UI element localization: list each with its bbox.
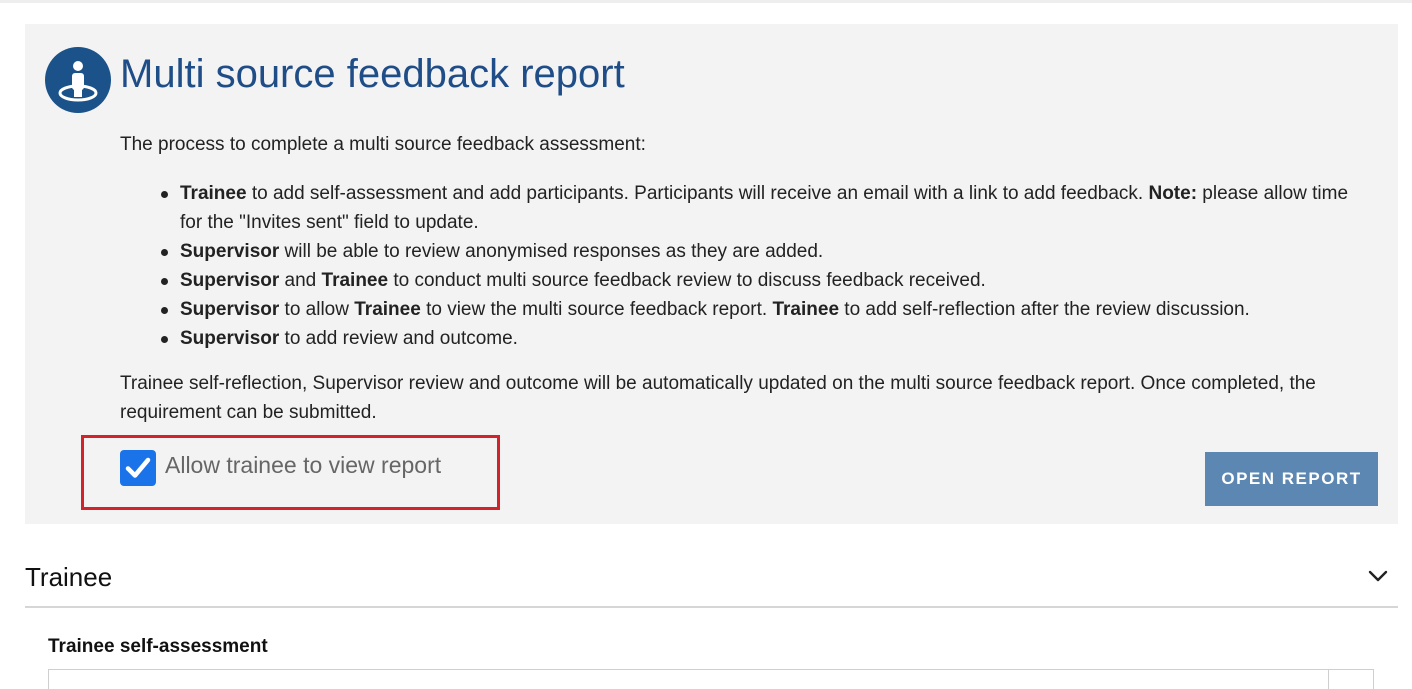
step-role-text: Note: bbox=[1148, 183, 1198, 204]
report-info-panel: Multi source feedback report The process… bbox=[25, 24, 1398, 524]
trainee-self-assessment-title: Trainee self-assessment bbox=[48, 636, 268, 657]
allow-trainee-view-label[interactable]: Allow trainee to view report bbox=[165, 452, 441, 479]
process-steps-list: Trainee to add self-assessment and add p… bbox=[161, 179, 1370, 353]
person-target-icon bbox=[45, 47, 111, 113]
page-title: Multi source feedback report bbox=[120, 52, 625, 96]
step-text: to view the multi source feedback report… bbox=[420, 299, 773, 320]
step-text: and bbox=[279, 270, 322, 291]
process-intro: The process to complete a multi source f… bbox=[120, 134, 646, 155]
step-role-text: Supervisor bbox=[180, 241, 280, 262]
process-step-item: Supervisor to allow Trainee to view the … bbox=[161, 295, 1370, 324]
step-role-text: Trainee bbox=[354, 299, 421, 320]
step-role-text: Trainee bbox=[180, 183, 247, 204]
step-role-text: Supervisor bbox=[180, 299, 280, 320]
process-outro: Trainee self-reflection, Supervisor revi… bbox=[120, 373, 1316, 423]
checkmark-icon bbox=[125, 457, 151, 478]
step-text: to add self-assessment and add participa… bbox=[246, 183, 1149, 204]
self-assessment-table bbox=[48, 669, 1374, 689]
top-divider bbox=[0, 0, 1412, 3]
section-divider bbox=[25, 606, 1398, 608]
open-report-button[interactable]: OPEN REPORT bbox=[1205, 452, 1378, 506]
process-step-item: Supervisor will be able to review anonym… bbox=[161, 237, 1370, 266]
step-text: to add self-reflection after the review … bbox=[839, 299, 1250, 320]
trainee-section-title: Trainee bbox=[25, 562, 113, 592]
table-column-divider bbox=[1328, 669, 1329, 689]
step-text: to allow bbox=[279, 299, 355, 320]
step-role-text: Trainee bbox=[772, 299, 840, 320]
chevron-down-icon[interactable] bbox=[1367, 568, 1389, 584]
step-text: to conduct multi source feedback review … bbox=[388, 270, 986, 291]
process-step-item: Supervisor and Trainee to conduct multi … bbox=[161, 266, 1370, 295]
process-step-item: Supervisor to add review and outcome. bbox=[161, 324, 1370, 353]
step-text: to add review and outcome. bbox=[279, 328, 518, 349]
allow-trainee-view-checkbox[interactable] bbox=[120, 450, 156, 486]
step-role-text: Trainee bbox=[321, 270, 389, 291]
step-role-text: Supervisor bbox=[180, 270, 280, 291]
process-step-item: Trainee to add self-assessment and add p… bbox=[161, 179, 1370, 237]
step-text: will be able to review anonymised respon… bbox=[279, 241, 824, 262]
step-role-text: Supervisor bbox=[180, 328, 280, 349]
